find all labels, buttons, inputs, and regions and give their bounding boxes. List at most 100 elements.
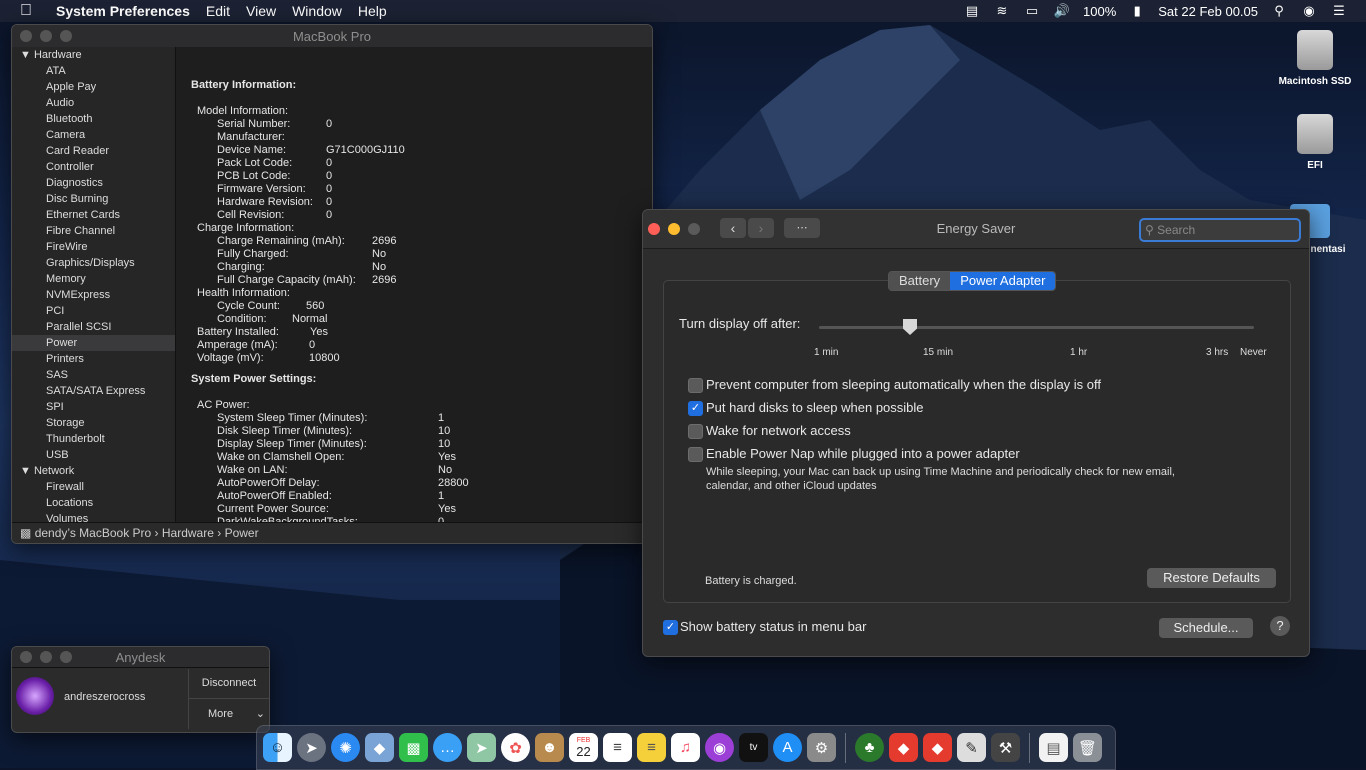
zoom-button[interactable] <box>60 30 72 42</box>
airplay-icon[interactable]: ▭ <box>1023 4 1041 18</box>
close-button[interactable] <box>20 30 32 42</box>
slider-thumb[interactable] <box>903 319 917 335</box>
photos-icon[interactable]: ✿ <box>501 733 530 762</box>
notification-center-icon[interactable]: ☰ <box>1330 4 1348 18</box>
sidebar-item[interactable]: ATA <box>12 63 175 79</box>
script-editor-icon[interactable]: ✎ <box>957 733 986 762</box>
spotlight-search-icon[interactable]: ⚲ <box>1270 4 1288 18</box>
preview-icon[interactable]: ◆ <box>365 733 394 762</box>
show-battery-status-checkbox[interactable]: ✓ <box>663 620 678 635</box>
battery-percent[interactable]: 100% <box>1083 4 1116 19</box>
sidebar-item[interactable]: SATA/SATA Express <box>12 383 175 399</box>
apple-tv-icon[interactable]: tv <box>739 733 768 762</box>
tab-power-adapter[interactable]: Power Adapter <box>950 272 1056 290</box>
prevent-sleep-checkbox[interactable] <box>688 378 703 393</box>
sidebar-item[interactable]: Firewall <box>12 479 175 495</box>
reminders-icon[interactable]: ≡ <box>603 733 632 762</box>
sidebar-item[interactable]: USB <box>12 447 175 463</box>
slider-tick-label: 1 min <box>814 347 839 358</box>
system-information-icon[interactable]: ⚒ <box>991 733 1020 762</box>
sidebar-item[interactable]: Memory <box>12 271 175 287</box>
sidebar-item[interactable]: SPI <box>12 399 175 415</box>
safari-icon[interactable]: ✺ <box>331 733 360 762</box>
notes-icon[interactable]: ≡ <box>637 733 666 762</box>
sidebar-item[interactable]: NVMExpress <box>12 287 175 303</box>
sidebar-item[interactable]: Card Reader <box>12 143 175 159</box>
search-field[interactable]: ⚲ Search <box>1139 218 1301 242</box>
wake-network-checkbox[interactable] <box>688 424 703 439</box>
launchpad-icon[interactable]: ➤ <box>297 733 326 762</box>
messages-icon[interactable]: … <box>433 733 462 762</box>
desktop-icon-macintosh-ssd[interactable]: Macintosh SSD <box>1270 30 1360 87</box>
maps-icon[interactable]: ➤ <box>467 733 496 762</box>
path-item[interactable]: Hardware <box>162 526 214 540</box>
sidebar-item[interactable]: Locations <box>12 495 175 511</box>
sidebar-item[interactable]: Apple Pay <box>12 79 175 95</box>
sidebar-item[interactable]: Disc Burning <box>12 191 175 207</box>
restore-defaults-button[interactable]: Restore Defaults <box>1147 568 1276 588</box>
display-sleep-slider[interactable] <box>819 326 1254 329</box>
activity-monitor-icon[interactable]: ▤ <box>963 4 981 18</box>
desktop-icon-efi[interactable]: EFI <box>1270 114 1360 171</box>
sidebar-item[interactable]: Camera <box>12 127 175 143</box>
minimize-button[interactable] <box>40 30 52 42</box>
calendar-icon[interactable]: FEB 22 <box>569 733 598 762</box>
app-menu[interactable]: System Preferences <box>40 3 198 19</box>
anydesk-icon[interactable]: ◆ <box>889 733 918 762</box>
info-value: G71C000GJ110 <box>326 144 405 156</box>
energy-saver-window: ‹ › ⋯ Energy Saver ⚲ Search Turn display… <box>642 209 1310 657</box>
siri-icon[interactable]: ◉ <box>1300 4 1318 18</box>
close-button[interactable] <box>20 651 32 663</box>
path-item[interactable]: Power <box>225 526 259 540</box>
info-value: 10 <box>438 425 451 437</box>
sidebar-group-network[interactable]: ▼ Network <box>12 463 175 479</box>
sidebar-item[interactable]: Bluetooth <box>12 111 175 127</box>
tab-battery[interactable]: Battery <box>889 272 951 290</box>
contacts-icon[interactable]: ☻ <box>535 733 564 762</box>
sidebar-item[interactable]: Audio <box>12 95 175 111</box>
sidebar-item[interactable]: Printers <box>12 351 175 367</box>
menu-view[interactable]: View <box>238 3 284 19</box>
disk-sleep-checkbox[interactable]: ✓ <box>688 401 703 416</box>
minimize-button[interactable] <box>40 651 52 663</box>
sidebar-item[interactable]: Storage <box>12 415 175 431</box>
disconnect-button[interactable]: Disconnect <box>188 669 269 699</box>
wifi-icon[interactable]: ≋ <box>993 4 1011 18</box>
system-preferences-icon[interactable]: ⚙ <box>807 733 836 762</box>
sidebar-item[interactable]: SAS <box>12 367 175 383</box>
sidebar-item[interactable]: Diagnostics <box>12 175 175 191</box>
menu-window[interactable]: Window <box>284 3 350 19</box>
path-item[interactable]: dendy’s MacBook Pro <box>35 526 152 540</box>
help-button[interactable]: ? <box>1270 616 1290 636</box>
sidebar-item[interactable]: FireWire <box>12 239 175 255</box>
menu-help[interactable]: Help <box>350 3 395 19</box>
apple-menu-icon[interactable]:  <box>0 2 40 20</box>
battery-icon[interactable]: ▮ <box>1128 4 1146 18</box>
facetime-icon[interactable]: ▩ <box>399 733 428 762</box>
sidebar-item[interactable]: Fibre Channel <box>12 223 175 239</box>
sidebar-item[interactable]: Power <box>12 335 175 351</box>
sidebar-item[interactable]: Controller <box>12 159 175 175</box>
menu-edit[interactable]: Edit <box>198 3 238 19</box>
sidebar-item[interactable]: Ethernet Cards <box>12 207 175 223</box>
clock[interactable]: Sat 22 Feb 00.05 <box>1158 4 1258 19</box>
clover-configurator-icon[interactable]: ♣ <box>855 733 884 762</box>
power-nap-checkbox[interactable] <box>688 447 703 462</box>
podcasts-icon[interactable]: ◉ <box>705 733 734 762</box>
trash-icon[interactable]: 🗑 <box>1073 733 1102 762</box>
sidebar-item[interactable]: Graphics/Displays <box>12 255 175 271</box>
sidebar-group-hardware[interactable]: ▼ Hardware <box>12 47 175 63</box>
schedule-button[interactable]: Schedule... <box>1159 618 1253 638</box>
sidebar-item[interactable]: PCI <box>12 303 175 319</box>
info-value: 0 <box>326 209 333 221</box>
sidebar-item[interactable]: Parallel SCSI <box>12 319 175 335</box>
zoom-button[interactable] <box>60 651 72 663</box>
document-icon[interactable]: ▤ <box>1039 733 1068 762</box>
finder-icon[interactable]: ☺ <box>263 733 292 762</box>
volume-icon[interactable]: 🔊 <box>1053 4 1071 18</box>
sidebar-item[interactable]: Thunderbolt <box>12 431 175 447</box>
app-store-icon[interactable]: A <box>773 733 802 762</box>
anydesk-alt-icon[interactable]: ◆ <box>923 733 952 762</box>
more-button[interactable]: More ⌄ <box>188 699 269 729</box>
music-icon[interactable]: ♫ <box>671 733 700 762</box>
